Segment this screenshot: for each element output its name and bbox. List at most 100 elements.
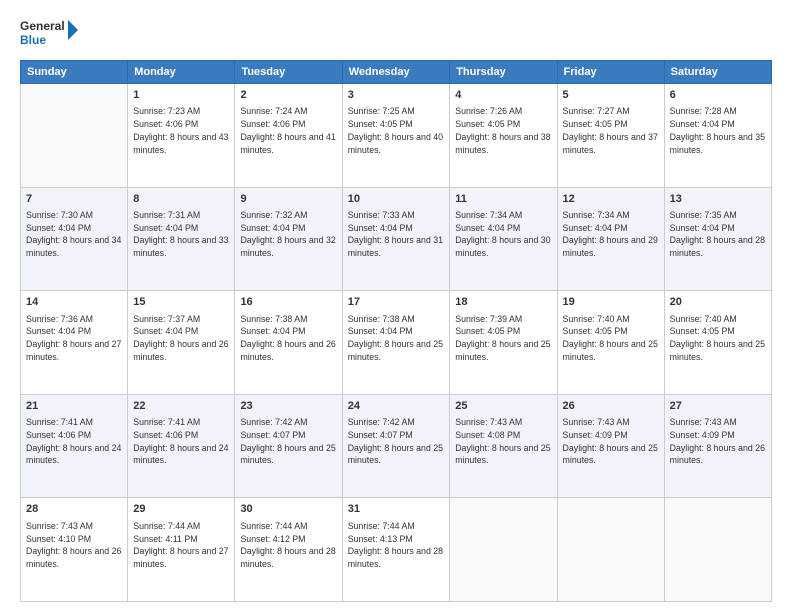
day-info: Sunrise: 7:32 AMSunset: 4:04 PMDaylight:… [240, 209, 336, 260]
day-info: Sunrise: 7:42 AMSunset: 4:07 PMDaylight:… [240, 416, 336, 467]
day-info: Sunrise: 7:37 AMSunset: 4:04 PMDaylight:… [133, 313, 229, 364]
calendar-cell: 25 Sunrise: 7:43 AMSunset: 4:08 PMDayligh… [450, 394, 557, 498]
day-info: Sunrise: 7:38 AMSunset: 4:04 PMDaylight:… [348, 313, 445, 364]
calendar-cell: 12Sunrise: 7:34 AMSunset: 4:04 PMDayligh… [557, 187, 664, 291]
day-number: 4 [455, 88, 551, 103]
header: General Blue [20, 16, 772, 52]
calendar-cell: 30 Sunrise: 7:44 AMSunset: 4:12 PMDayligh… [235, 498, 342, 602]
calendar-cell: 5 Sunrise: 7:27 AMSunset: 4:05 PMDaylight… [557, 84, 664, 188]
day-info: Sunrise: 7:43 AMSunset: 4:09 PMDaylight:… [670, 416, 766, 467]
day-info: Sunrise: 7:31 AMSunset: 4:04 PMDaylight:… [133, 209, 229, 260]
day-info: Sunrise: 7:34 AMSunset: 4:04 PMDaylight:… [455, 209, 551, 260]
calendar-cell: 29Sunrise: 7:44 AMSunset: 4:11 PMDayligh… [128, 498, 235, 602]
calendar-cell: 4 Sunrise: 7:26 AMSunset: 4:05 PMDaylight… [450, 84, 557, 188]
day-info: Sunrise: 7:26 AMSunset: 4:05 PMDaylight:… [455, 105, 551, 156]
day-number: 8 [133, 192, 229, 207]
calendar-week-row: 28 Sunrise: 7:43 AMSunset: 4:10 PMDayligh… [21, 498, 772, 602]
day-info: Sunrise: 7:33 AMSunset: 4:04 PMDaylight:… [348, 209, 445, 260]
day-number: 20 [670, 295, 766, 310]
calendar-cell: 13Sunrise: 7:35 AMSunset: 4:04 PMDayligh… [664, 187, 771, 291]
calendar-cell: 16 Sunrise: 7:38 AMSunset: 4:04 PMDayligh… [235, 291, 342, 395]
calendar-cell: 9 Sunrise: 7:32 AMSunset: 4:04 PMDaylight… [235, 187, 342, 291]
calendar-cell: 15 Sunrise: 7:37 AMSunset: 4:04 PMDayligh… [128, 291, 235, 395]
calendar-cell: 23 Sunrise: 7:42 AMSunset: 4:07 PMDayligh… [235, 394, 342, 498]
svg-text:Blue: Blue [20, 33, 46, 47]
day-number: 21 [26, 399, 122, 414]
weekday-header-monday: Monday [128, 61, 235, 84]
day-number: 19 [563, 295, 659, 310]
day-number: 11 [455, 192, 551, 207]
day-info: Sunrise: 7:27 AMSunset: 4:05 PMDaylight:… [563, 105, 659, 156]
day-number: 9 [240, 192, 336, 207]
day-info: Sunrise: 7:43 AMSunset: 4:08 PMDaylight:… [455, 416, 551, 467]
day-number: 18 [455, 295, 551, 310]
day-number: 6 [670, 88, 766, 103]
page: General Blue SundayMondayTuesdayWednesda… [0, 0, 792, 612]
calendar-cell: 10 Sunrise: 7:33 AMSunset: 4:04 PMDayligh… [342, 187, 450, 291]
day-number: 31 [348, 502, 445, 517]
day-number: 1 [133, 88, 229, 103]
calendar-cell [664, 498, 771, 602]
calendar-cell: 17 Sunrise: 7:38 AMSunset: 4:04 PMDayligh… [342, 291, 450, 395]
day-info: Sunrise: 7:25 AMSunset: 4:05 PMDaylight:… [348, 105, 445, 156]
calendar-cell: 27Sunrise: 7:43 AMSunset: 4:09 PMDayligh… [664, 394, 771, 498]
calendar-cell: 26Sunrise: 7:43 AMSunset: 4:09 PMDayligh… [557, 394, 664, 498]
day-info: Sunrise: 7:40 AMSunset: 4:05 PMDaylight:… [670, 313, 766, 364]
logo: General Blue [20, 16, 80, 52]
calendar-week-row: 7 Sunrise: 7:30 AMSunset: 4:04 PMDaylight… [21, 187, 772, 291]
day-info: Sunrise: 7:41 AMSunset: 4:06 PMDaylight:… [133, 416, 229, 467]
svg-text:General: General [20, 19, 65, 33]
calendar-table: SundayMondayTuesdayWednesdayThursdayFrid… [20, 60, 772, 602]
calendar-cell: 7 Sunrise: 7:30 AMSunset: 4:04 PMDaylight… [21, 187, 128, 291]
day-number: 26 [563, 399, 659, 414]
day-number: 23 [240, 399, 336, 414]
day-number: 25 [455, 399, 551, 414]
day-info: Sunrise: 7:44 AMSunset: 4:11 PMDaylight:… [133, 520, 229, 571]
day-number: 10 [348, 192, 445, 207]
day-number: 30 [240, 502, 336, 517]
day-info: Sunrise: 7:23 AMSunset: 4:06 PMDaylight:… [133, 105, 229, 156]
day-number: 2 [240, 88, 336, 103]
calendar-cell: 24 Sunrise: 7:42 AMSunset: 4:07 PMDayligh… [342, 394, 450, 498]
calendar-cell: 2 Sunrise: 7:24 AMSunset: 4:06 PMDaylight… [235, 84, 342, 188]
weekday-header-sunday: Sunday [21, 61, 128, 84]
day-info: Sunrise: 7:43 AMSunset: 4:10 PMDaylight:… [26, 520, 122, 571]
day-number: 12 [563, 192, 659, 207]
day-info: Sunrise: 7:40 AMSunset: 4:05 PMDaylight:… [563, 313, 659, 364]
day-info: Sunrise: 7:42 AMSunset: 4:07 PMDaylight:… [348, 416, 445, 467]
calendar-cell: 1 Sunrise: 7:23 AMSunset: 4:06 PMDaylight… [128, 84, 235, 188]
calendar-cell: 28 Sunrise: 7:43 AMSunset: 4:10 PMDayligh… [21, 498, 128, 602]
calendar-cell: 6 Sunrise: 7:28 AMSunset: 4:04 PMDaylight… [664, 84, 771, 188]
calendar-week-row: 21 Sunrise: 7:41 AMSunset: 4:06 PMDayligh… [21, 394, 772, 498]
day-number: 16 [240, 295, 336, 310]
day-info: Sunrise: 7:38 AMSunset: 4:04 PMDaylight:… [240, 313, 336, 364]
calendar-cell: 19 Sunrise: 7:40 AMSunset: 4:05 PMDayligh… [557, 291, 664, 395]
weekday-header-thursday: Thursday [450, 61, 557, 84]
weekday-header-row: SundayMondayTuesdayWednesdayThursdayFrid… [21, 61, 772, 84]
calendar-week-row: 1 Sunrise: 7:23 AMSunset: 4:06 PMDaylight… [21, 84, 772, 188]
calendar-cell: 18Sunrise: 7:39 AMSunset: 4:05 PMDayligh… [450, 291, 557, 395]
day-info: Sunrise: 7:44 AMSunset: 4:13 PMDaylight:… [348, 520, 445, 571]
day-info: Sunrise: 7:24 AMSunset: 4:06 PMDaylight:… [240, 105, 336, 156]
calendar-cell: 20 Sunrise: 7:40 AMSunset: 4:05 PMDayligh… [664, 291, 771, 395]
day-number: 17 [348, 295, 445, 310]
day-info: Sunrise: 7:28 AMSunset: 4:04 PMDaylight:… [670, 105, 766, 156]
day-number: 24 [348, 399, 445, 414]
day-info: Sunrise: 7:30 AMSunset: 4:04 PMDaylight:… [26, 209, 122, 260]
day-info: Sunrise: 7:44 AMSunset: 4:12 PMDaylight:… [240, 520, 336, 571]
calendar-cell: 22Sunrise: 7:41 AMSunset: 4:06 PMDayligh… [128, 394, 235, 498]
day-number: 7 [26, 192, 122, 207]
weekday-header-saturday: Saturday [664, 61, 771, 84]
calendar-cell: 31 Sunrise: 7:44 AMSunset: 4:13 PMDayligh… [342, 498, 450, 602]
calendar-cell: 14 Sunrise: 7:36 AMSunset: 4:04 PMDayligh… [21, 291, 128, 395]
day-number: 14 [26, 295, 122, 310]
calendar-cell [450, 498, 557, 602]
calendar-cell: 8 Sunrise: 7:31 AMSunset: 4:04 PMDaylight… [128, 187, 235, 291]
day-info: Sunrise: 7:41 AMSunset: 4:06 PMDaylight:… [26, 416, 122, 467]
day-number: 5 [563, 88, 659, 103]
day-number: 13 [670, 192, 766, 207]
day-number: 15 [133, 295, 229, 310]
calendar-cell: 3Sunrise: 7:25 AMSunset: 4:05 PMDaylight… [342, 84, 450, 188]
day-info: Sunrise: 7:36 AMSunset: 4:04 PMDaylight:… [26, 313, 122, 364]
day-number: 28 [26, 502, 122, 517]
